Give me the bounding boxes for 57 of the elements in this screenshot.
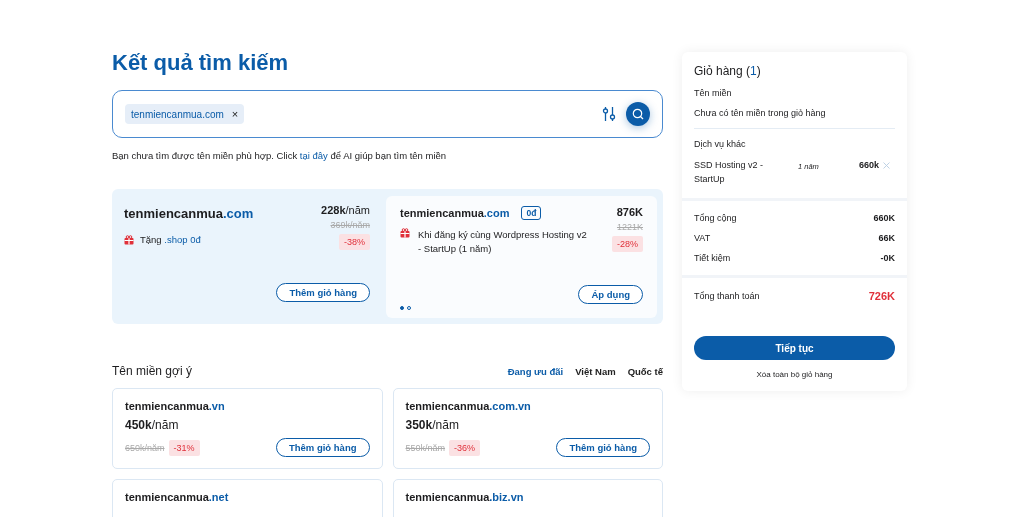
total-label: Tiết kiệm — [694, 253, 731, 263]
price-badge: 0đ — [521, 206, 542, 220]
offer-description: Khi đăng ký cùng Wordpress Hosting v2 - StartUp (1 năm) — [418, 228, 588, 257]
domain-name: tenmiencanmua.biz.vn — [405, 491, 525, 503]
domain-name: tenmiencanmua.com — [400, 207, 510, 219]
domain-name: tenmiencanmua.vn — [125, 400, 226, 412]
domain-name: tenmiencanmua.com.vn — [405, 400, 532, 412]
total-label: Tổng cộng — [694, 213, 737, 223]
domain-chip[interactable]: tenmiencanmua.com × — [125, 104, 245, 124]
filter-tab[interactable]: Đang ưu đãi — [507, 365, 564, 377]
total-label: Tổng thanh toán — [694, 291, 760, 301]
domain-name: tenmiencanmua.net — [125, 491, 230, 503]
search-field[interactable]: tenmiencanmua.com × — [112, 90, 663, 138]
price: 450k/năm — [125, 418, 180, 432]
old-price: 1221K — [616, 222, 643, 232]
section-title: Tên miền gợi ý — [112, 364, 192, 378]
add-to-cart-button[interactable]: Thêm giỏ hàng — [275, 438, 370, 457]
old-price: 369k/năm — [330, 220, 370, 230]
service-name: SSD Hosting v2 - StartUp — [694, 159, 765, 186]
search-button[interactable] — [626, 102, 650, 126]
add-to-cart-button[interactable]: Thêm giỏ hàng — [556, 438, 650, 457]
clear-cart-link[interactable]: Xóa toàn bộ giỏ hàng — [756, 370, 833, 379]
total-value: -0K — [880, 253, 895, 263]
old-price: 650k/năm — [125, 442, 165, 453]
gift-icon — [400, 228, 410, 238]
section-label: Tên miền — [694, 88, 733, 98]
search-icon — [632, 108, 644, 120]
add-to-cart-button[interactable]: Thêm giỏ hàng — [276, 283, 370, 302]
carousel-dot[interactable] — [400, 306, 404, 310]
price: 228k/năm — [321, 204, 370, 216]
service-price: 660k — [858, 159, 879, 172]
total-label: VAT — [694, 233, 711, 243]
section-label: Dịch vụ khác — [694, 139, 747, 149]
discount-badge: -36% — [449, 439, 481, 456]
apply-button[interactable]: Áp dụng — [578, 285, 643, 304]
total-value: 660K — [873, 213, 895, 223]
cart-title: Giỏ hàng (1) — [694, 64, 762, 78]
discount-badge: -31% — [168, 439, 200, 456]
price: 876K — [616, 206, 643, 218]
promo-text: Tặng .shop 0đ — [140, 234, 201, 245]
help-text: Bạn chưa tìm được tên miền phù hợp. Click tại đây để AI giúp bạn tìm tên miền — [112, 150, 448, 161]
discount-badge: -28% — [612, 236, 643, 252]
continue-button[interactable]: Tiếp tục — [694, 336, 895, 360]
remove-icon[interactable]: × — [231, 108, 239, 120]
help-link[interactable]: tại đây — [299, 150, 328, 161]
page-title: Kết quả tìm kiếm — [112, 50, 290, 76]
total-value: 66K — [878, 233, 895, 243]
price: 350k/năm — [405, 418, 460, 432]
discount-badge: -38% — [339, 234, 370, 250]
old-price: 550k/năm — [405, 442, 446, 453]
domain-name: tenmiencanmua.com — [124, 206, 254, 221]
total-value: 726K — [868, 290, 895, 302]
filter-tab[interactable]: Quốc tế — [627, 365, 663, 377]
empty-message: Chưa có tên miền trong giỏ hàng — [694, 108, 827, 118]
gift-icon — [124, 234, 134, 245]
filter-icon[interactable] — [602, 106, 616, 122]
filter-tab[interactable]: Việt Nam — [575, 365, 616, 377]
